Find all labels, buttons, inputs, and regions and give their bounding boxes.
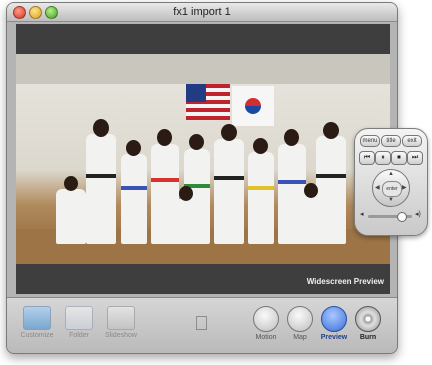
up-arrow-icon[interactable]: ▲ xyxy=(388,171,394,177)
remote-pause-button[interactable]: ⏸ xyxy=(375,151,391,165)
remote-next-button[interactable]: ⏭ xyxy=(407,151,423,165)
remote-menu-button[interactable]: menu xyxy=(360,135,380,147)
right-arrow-icon[interactable]: ▶ xyxy=(402,184,407,191)
motion-icon xyxy=(253,306,279,332)
title-bar[interactable]: fx1 import 1 xyxy=(7,3,397,22)
preview-screen: Widescreen Preview xyxy=(16,24,390,294)
map-icon xyxy=(287,306,313,332)
burn-button[interactable]: Burn xyxy=(346,306,390,341)
volume-slider-thumb[interactable] xyxy=(396,212,407,222)
left-arrow-icon[interactable]: ◀ xyxy=(375,184,380,191)
widescreen-preview-label: Widescreen Preview xyxy=(306,277,384,286)
window-title: fx1 import 1 xyxy=(173,6,231,18)
volume-slider[interactable] xyxy=(368,212,412,222)
group-of-students xyxy=(16,114,390,264)
preview-play-icon xyxy=(321,306,347,332)
customize-button[interactable]: Customize xyxy=(15,306,59,339)
customize-icon xyxy=(23,306,51,330)
slideshow-label: Slideshow xyxy=(105,332,137,339)
volume-low-icon: ◂ xyxy=(360,211,364,218)
bottom-toolbar: Customize Folder Slideshow  Motion Map … xyxy=(7,297,397,353)
preview-image xyxy=(16,54,390,264)
remote-stop-button[interactable]: ⏹ xyxy=(391,151,407,165)
remote-enter-button[interactable]: enter xyxy=(382,181,402,197)
down-arrow-icon[interactable]: ▼ xyxy=(388,197,394,203)
folder-label: Folder xyxy=(69,332,89,339)
slideshow-button[interactable]: Slideshow xyxy=(99,306,143,339)
volume-high-icon: ◂) xyxy=(415,211,421,218)
remote-exit-button[interactable]: exit xyxy=(402,135,422,147)
folder-button[interactable]: Folder xyxy=(57,306,101,339)
folder-icon xyxy=(65,306,93,330)
remote-previous-button[interactable]: ⏮ xyxy=(359,151,375,165)
remote-direction-pad[interactable]: ▲ ▼ ◀ ▶ enter xyxy=(372,169,410,207)
dvd-remote[interactable]: menu title exit ⏮ ⏸ ⏹ ⏭ ▲ ▼ ◀ ▶ enter ◂ … xyxy=(354,128,428,236)
remote-title-button[interactable]: title xyxy=(381,135,401,147)
burn-disc-icon xyxy=(355,306,381,332)
wall xyxy=(16,54,390,84)
burn-label: Burn xyxy=(359,334,377,341)
customize-label: Customize xyxy=(20,332,54,339)
app-window: fx1 import 1 Widescreen Preview Customiz… xyxy=(6,2,398,354)
apple-logo-icon:  xyxy=(194,313,209,336)
slideshow-icon xyxy=(107,306,135,330)
